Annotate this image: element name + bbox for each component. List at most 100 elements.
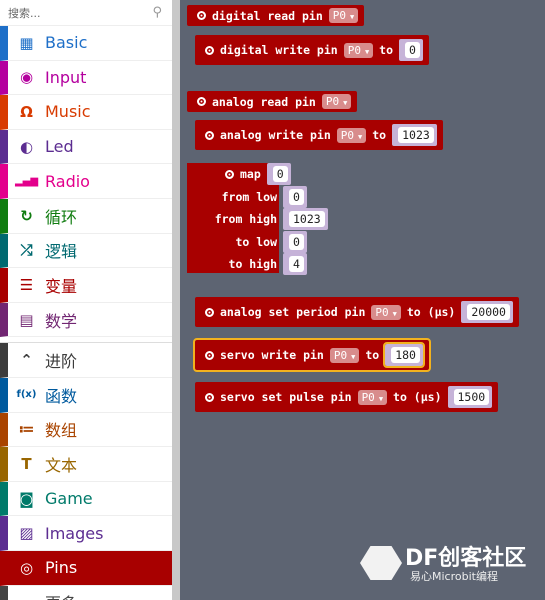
more-icon: … <box>8 593 45 600</box>
category-input[interactable]: ◉ Input <box>0 60 172 96</box>
category-label: 数学 <box>45 311 78 331</box>
pin-dropdown[interactable]: P0 ▼ <box>321 94 352 109</box>
category-label: Images <box>45 523 104 543</box>
category-label: 变量 <box>45 276 78 296</box>
category-music[interactable]: Ω Music <box>0 95 172 130</box>
refresh-icon: ↻ <box>20 206 33 225</box>
map-row: to low 0 <box>187 230 307 253</box>
category-变量[interactable]: ☰ 变量 <box>0 268 172 303</box>
block-label: analog write pin <box>220 128 331 142</box>
category-进阶[interactable]: ⌃ 进阶 <box>0 343 172 378</box>
category-game[interactable]: ◙ Game <box>0 481 172 517</box>
block-analog-set-period[interactable]: analog set period pin P0 ▼ to (µs) 20000 <box>195 297 519 327</box>
category-label: Led <box>45 137 74 157</box>
category-basic[interactable]: ▦ Basic <box>0 26 172 61</box>
category-radio[interactable]: ▂▄▆ Radio <box>0 164 172 199</box>
block-analog-write-pin[interactable]: analog write pin P0 ▼ to 1023 <box>195 120 443 150</box>
gamepad-icon: ◙ <box>19 489 34 508</box>
block-label: digital read pin <box>212 8 323 23</box>
text-icon: T <box>21 454 32 473</box>
map-label: map <box>240 167 261 181</box>
value-input[interactable]: 4 <box>283 253 307 275</box>
pin-icon <box>205 130 214 140</box>
image-icon: ▨ <box>19 524 34 543</box>
sidebar-scrollbar[interactable] <box>172 0 180 600</box>
pin-icon <box>205 45 214 55</box>
category-文本[interactable]: T 文本 <box>0 447 172 482</box>
value-input[interactable]: 0 <box>266 163 291 185</box>
block-map[interactable]: map 0 from low 0 from high 1023 to low 0 to high… <box>187 163 328 275</box>
category-led[interactable]: ◐ Led <box>0 129 172 165</box>
category-循环[interactable]: ↻ 循环 <box>0 198 172 234</box>
category-label: 逻辑 <box>45 242 78 262</box>
block-label: to <box>365 348 380 362</box>
pin-dropdown[interactable]: P0 ▼ <box>371 304 401 320</box>
map-row: to high 4 <box>187 253 307 275</box>
function-icon: f(x) <box>16 389 37 401</box>
block-label: to (µs) <box>393 390 442 404</box>
watermark-subtitle: 易心Microbit编程 <box>410 570 498 583</box>
pin-icon <box>205 350 214 360</box>
list-lines-icon: ☰ <box>19 275 34 294</box>
search-icon[interactable]: ⚲ <box>152 5 162 20</box>
headphones-icon: Ω <box>20 102 33 121</box>
map-label: from high <box>214 212 277 226</box>
grid-icon: ▦ <box>19 33 34 52</box>
search-input[interactable]: 搜索... <box>8 5 41 21</box>
radio-button-icon: ◉ <box>19 68 34 87</box>
calculator-icon: ▤ <box>19 310 34 329</box>
block-servo-write[interactable]: servo write pin P0 ▼ to 180 <box>193 338 431 372</box>
category-label: 循环 <box>45 207 78 227</box>
pin-dropdown[interactable]: P0 ▼ <box>329 347 360 363</box>
value-input[interactable]: 0 <box>283 230 307 253</box>
value-input[interactable]: 1500 <box>447 386 493 408</box>
map-label: to low <box>235 234 277 249</box>
block-digital-read-pin[interactable]: digital read pin P0 ▼ <box>187 5 365 26</box>
block-servo-set-pulse[interactable]: servo set pulse pin P0 ▼ to (µs) 1500 <box>195 382 499 412</box>
pin-icon <box>205 392 214 402</box>
block-digital-write-pin[interactable]: digital write pin P0 ▼ to 0 <box>195 35 429 65</box>
chevron-up-icon: ⌃ <box>20 351 33 370</box>
shuffle-icon: ⤮ <box>20 241 33 260</box>
pin-dropdown[interactable]: P0 ▼ <box>357 389 388 405</box>
category-label: 数组 <box>45 421 78 441</box>
category-label: Input <box>45 67 87 87</box>
value-input[interactable]: 0 <box>283 185 307 208</box>
category-更多[interactable]: …更多 <box>0 585 172 600</box>
category-label: 更多 <box>45 590 77 600</box>
value-input[interactable]: 1023 <box>283 208 328 230</box>
category-函数[interactable]: f(x) 函数 <box>0 377 172 413</box>
pin-icon <box>205 307 214 317</box>
block-label: servo set pulse pin <box>220 390 352 404</box>
map-label: to high <box>228 257 277 271</box>
pin-icon <box>197 97 206 106</box>
map-row: from low 0 <box>187 185 307 208</box>
pin-dropdown[interactable]: P0 ▼ <box>336 127 367 143</box>
category-数组[interactable]: ≔ 数组 <box>0 412 172 448</box>
search-box[interactable]: 搜索... ⚲ <box>0 0 172 26</box>
pin-dropdown[interactable]: P0 ▼ <box>328 8 359 23</box>
value-input[interactable]: 180 <box>383 342 425 368</box>
value-input[interactable]: 0 <box>399 39 423 61</box>
block-label: analog set period pin <box>220 305 366 319</box>
block-label: to (µs) <box>406 305 456 319</box>
toolbox-sidebar: 搜索... ⚲ ▦ Basic ◉ Input Ω Music ◐ Led ▂▄▆ Radio ↻ 循… <box>0 0 172 600</box>
category-images[interactable]: ▨ Images <box>0 516 172 551</box>
category-逻辑[interactable]: ⤮ 逻辑 <box>0 233 172 269</box>
block-label: to <box>372 128 387 142</box>
block-analog-read-pin[interactable]: analog read pin P0 ▼ <box>187 91 358 112</box>
value-input[interactable]: 20000 <box>461 301 513 323</box>
pin-icon <box>225 169 234 179</box>
category-label: Basic <box>45 33 88 53</box>
category-label: Music <box>45 102 91 122</box>
pin-dropdown[interactable]: P0 ▼ <box>343 42 374 58</box>
block-label: digital write pin <box>220 43 338 57</box>
block-label: analog read pin <box>212 94 316 109</box>
category-label: 函数 <box>45 386 78 406</box>
pin-icon <box>197 11 206 20</box>
category-label: Radio <box>45 171 90 191</box>
value-input[interactable]: 1023 <box>392 124 437 146</box>
block-label: servo write pin <box>220 348 324 362</box>
category-数学[interactable]: ▤ 数学 <box>0 302 172 338</box>
category-pins[interactable]: ◎ Pins <box>0 550 172 586</box>
